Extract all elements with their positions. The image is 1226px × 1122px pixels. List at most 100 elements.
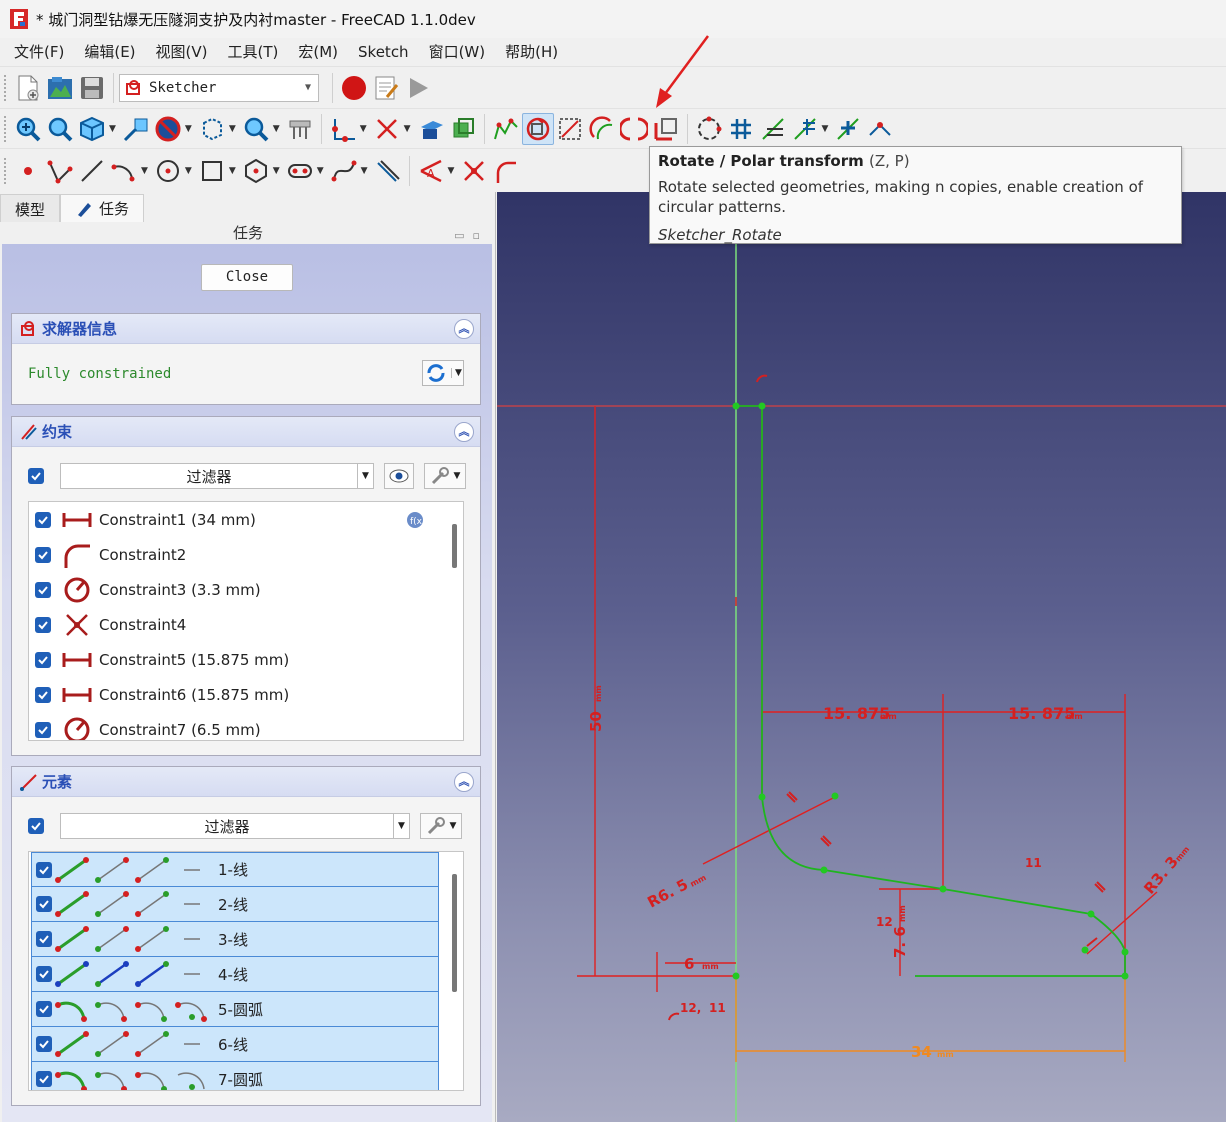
menu-file[interactable]: 文件(F): [4, 38, 74, 66]
elements-settings-button[interactable]: ▼: [420, 813, 462, 839]
row-checkbox[interactable]: [36, 861, 52, 878]
elements-scrollbar[interactable]: [452, 874, 457, 992]
elements-filter-select[interactable]: 过滤器 ▼: [60, 813, 410, 839]
new-document-icon[interactable]: [12, 72, 44, 104]
fit-selection-icon[interactable]: [44, 113, 76, 145]
tab-tasks[interactable]: 任务: [60, 194, 145, 222]
snap-icon[interactable]: [757, 113, 789, 145]
collapse-icon[interactable]: ︽: [454, 421, 474, 442]
chevron-down-icon[interactable]: ▼: [273, 124, 280, 134]
constraint-row[interactable]: Constraint2: [29, 537, 463, 572]
chevron-down-icon[interactable]: ▼: [229, 166, 236, 176]
macro-record-icon[interactable]: [338, 72, 370, 104]
constraint-row[interactable]: Constraint5 (15.875 mm): [29, 642, 463, 677]
chevron-down-icon[interactable]: ▼: [360, 124, 367, 134]
leave-sketch-icon[interactable]: [371, 113, 403, 145]
close-button[interactable]: Close: [201, 264, 293, 291]
no-draw-style-icon[interactable]: [152, 113, 184, 145]
element-row[interactable]: 6-线: [31, 1027, 439, 1062]
slot-icon[interactable]: [284, 155, 316, 187]
row-checkbox[interactable]: [35, 616, 51, 633]
row-checkbox[interactable]: [35, 721, 51, 738]
zoom-icon[interactable]: [240, 113, 272, 145]
polygon-icon[interactable]: [240, 155, 272, 187]
chevron-down-icon[interactable]: ▼: [229, 124, 236, 134]
menu-macro[interactable]: 宏(M): [288, 38, 348, 66]
chevron-down-icon[interactable]: ▼: [141, 166, 148, 176]
toolbar-grip[interactable]: [4, 74, 7, 101]
menu-view[interactable]: 视图(V): [146, 38, 218, 66]
collapse-icon[interactable]: ︽: [454, 771, 474, 792]
measure-distance-icon[interactable]: [284, 113, 316, 145]
element-row[interactable]: 4-线: [31, 957, 439, 992]
renderer-order-icon[interactable]: [789, 113, 821, 145]
row-checkbox[interactable]: [35, 651, 51, 668]
measure-icon[interactable]: [120, 113, 152, 145]
open-document-icon[interactable]: [44, 72, 76, 104]
row-checkbox[interactable]: [35, 686, 51, 703]
chevron-down-icon[interactable]: ▼: [404, 124, 411, 134]
circle-icon[interactable]: [152, 155, 184, 187]
box-selection-icon[interactable]: [196, 113, 228, 145]
solver-refresh-button[interactable]: ▼: [422, 360, 464, 386]
element-row[interactable]: 2-线: [31, 887, 439, 922]
chevron-down-icon[interactable]: ▼: [185, 124, 192, 134]
3d-viewport[interactable]: 50 mm 15. 875 mm 15. 875 mm R6. 5 mm R3.…: [497, 192, 1226, 1122]
chevron-down-icon[interactable]: ▼: [317, 166, 324, 176]
element-row[interactable]: 7-圆弧: [31, 1062, 439, 1090]
toolbar-grip[interactable]: [4, 157, 7, 184]
solver-box-header[interactable]: 求解器信息 ︽: [12, 314, 480, 344]
row-checkbox[interactable]: [35, 511, 51, 528]
select-all-icon[interactable]: [693, 113, 725, 145]
validate-sketch-icon[interactable]: [832, 113, 864, 145]
elements-select-all-checkbox[interactable]: [28, 818, 44, 834]
point-icon[interactable]: [12, 155, 44, 187]
view-section-icon[interactable]: [447, 113, 479, 145]
constraints-box-header[interactable]: 约束 ︽: [12, 417, 480, 447]
tab-model[interactable]: 模型: [0, 194, 61, 222]
grid-snap-icon[interactable]: [725, 113, 757, 145]
dimension-icon[interactable]: A: [415, 155, 447, 187]
sketch-canvas[interactable]: 50 mm 15. 875 mm 15. 875 mm R6. 5 mm R3.…: [497, 192, 1226, 1122]
view-sketch-icon[interactable]: [415, 113, 447, 145]
macro-run-icon[interactable]: [402, 72, 434, 104]
constraint-row[interactable]: Constraint6 (15.875 mm): [29, 677, 463, 712]
constraint-row[interactable]: Constraint1 (34 mm) f(x): [29, 502, 463, 537]
offset-icon[interactable]: [586, 113, 618, 145]
elements-box-header[interactable]: 元素 ︽: [12, 767, 480, 797]
save-document-icon[interactable]: [76, 72, 108, 104]
menu-help[interactable]: 帮助(H): [495, 38, 568, 66]
line-icon[interactable]: [76, 155, 108, 187]
menu-edit[interactable]: 编辑(E): [74, 38, 145, 66]
row-checkbox[interactable]: [36, 1036, 52, 1052]
constraints-select-all-checkbox[interactable]: [28, 468, 44, 484]
constraints-filter-select[interactable]: 过滤器 ▼: [60, 463, 374, 489]
menu-window[interactable]: 窗口(W): [419, 38, 496, 66]
row-checkbox[interactable]: [36, 896, 52, 912]
scale-icon[interactable]: [554, 113, 586, 145]
row-checkbox[interactable]: [36, 1071, 52, 1087]
construction-mode-icon[interactable]: [372, 155, 404, 187]
row-checkbox[interactable]: [36, 966, 52, 982]
collapse-icon[interactable]: ︽: [454, 318, 474, 339]
standard-views-icon[interactable]: [76, 113, 108, 145]
constraints-settings-button[interactable]: ▼: [424, 463, 466, 489]
show-constraints-button[interactable]: [384, 463, 414, 489]
chevron-down-icon[interactable]: ▼: [109, 124, 116, 134]
show-hide-constraints-icon[interactable]: [490, 113, 522, 145]
rotate-polar-transform-icon[interactable]: [521, 112, 554, 145]
row-checkbox[interactable]: [36, 931, 52, 947]
move-translate-icon[interactable]: [650, 113, 682, 145]
rectangle-icon[interactable]: [196, 155, 228, 187]
polyline-icon[interactable]: [44, 155, 76, 187]
macro-edit-icon[interactable]: [370, 72, 402, 104]
chevron-down-icon[interactable]: ▼: [185, 166, 192, 176]
fit-all-icon[interactable]: [12, 113, 44, 145]
merge-sketches-icon[interactable]: [864, 113, 896, 145]
element-row[interactable]: 1-线: [31, 852, 439, 887]
chevron-down-icon[interactable]: ▼: [822, 124, 829, 134]
menu-tools[interactable]: 工具(T): [218, 38, 289, 66]
coincident-icon[interactable]: [458, 155, 490, 187]
row-checkbox[interactable]: [35, 546, 51, 563]
constraint-row[interactable]: Constraint7 (6.5 mm): [29, 712, 463, 740]
